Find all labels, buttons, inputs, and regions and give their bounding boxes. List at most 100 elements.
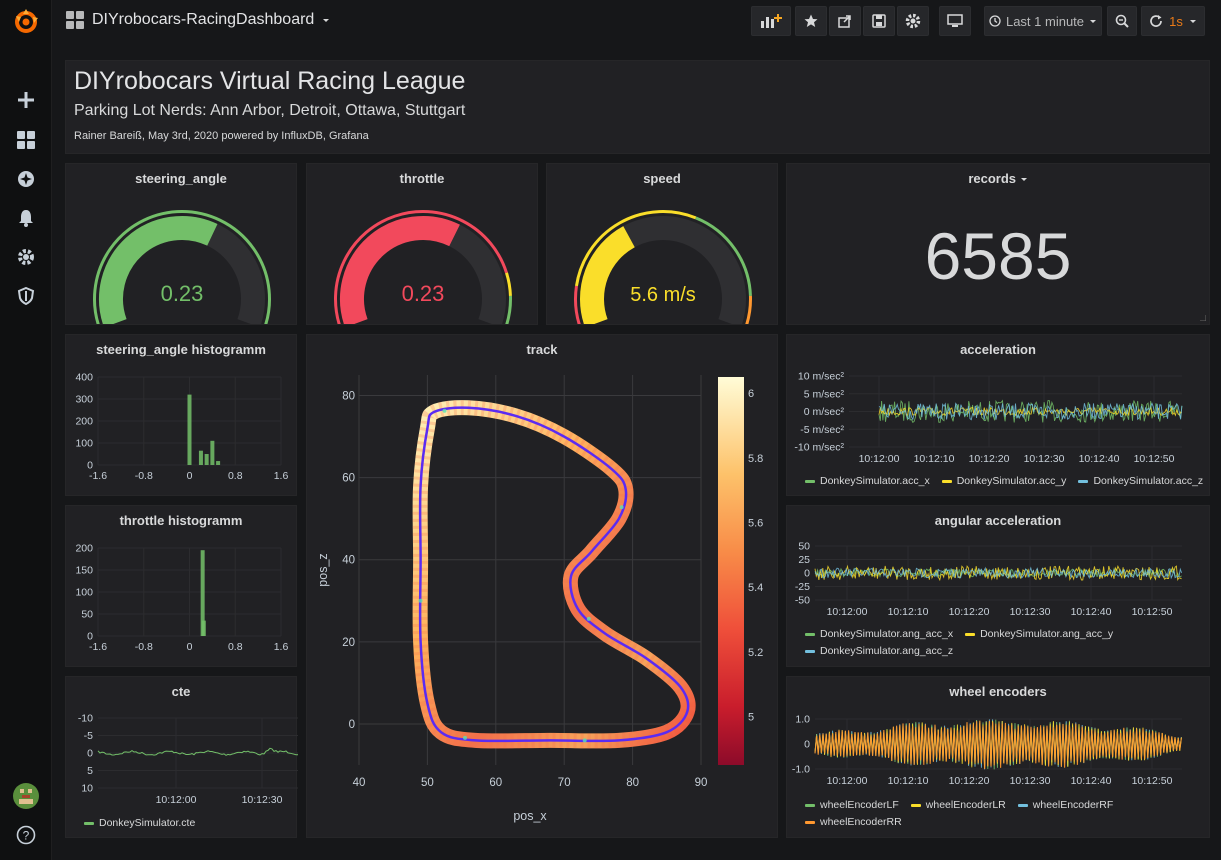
tick-label: 10:12:10 (914, 453, 955, 465)
grafana-logo-icon[interactable] (12, 8, 40, 36)
angular-acceleration-panel[interactable]: angular acceleration 50 25 0 -25 -50 10:12:00… (786, 505, 1210, 667)
tick-label: 50 (81, 609, 93, 621)
steering-histogram-panel[interactable]: steering_angle histogramm 0 100 200 300 400-… (65, 334, 297, 496)
legend-item[interactable]: wheelEncoderLR (910, 799, 1006, 811)
tick-label: 25 (798, 554, 810, 566)
tick-label: 80 (626, 777, 639, 789)
clock-icon (989, 15, 1001, 27)
dashboards-icon[interactable] (12, 126, 40, 154)
tick-label: 5.6 (748, 518, 763, 530)
server-admin-icon[interactable] (12, 282, 40, 310)
tick-label: 6 (748, 388, 754, 400)
gauge-value-arc (580, 226, 636, 324)
throttle-histogram-panel[interactable]: throttle histogramm 0 50 100 150 200 -1.6 -0.8… (65, 505, 297, 667)
user-avatar[interactable] (12, 782, 40, 810)
gauge-value-arc (99, 216, 218, 324)
cte-panel[interactable]: cte -10 -5 0 5 10 10:12:00 10:12:30 DonkeySimu… (65, 676, 298, 838)
tick-label: 40 (353, 777, 366, 789)
legend-item[interactable]: DonkeySimulator.cte (84, 817, 195, 829)
dashboards-icon (66, 11, 84, 29)
track-marker (442, 408, 447, 413)
explore-icon[interactable] (12, 165, 40, 193)
legend-item[interactable]: DonkeySimulator.acc_z (1078, 475, 1203, 487)
tick-label: 0 (87, 748, 93, 760)
track-band (412, 400, 696, 749)
acceleration-legend: DonkeySimulator.acc_x DonkeySimulator.ac… (805, 475, 1203, 487)
legend-item[interactable]: wheelEncoderRF (1017, 799, 1113, 811)
tick-label: -1.6 (89, 641, 107, 653)
steering-angle-gauge: 0.23 (93, 210, 271, 324)
resize-handle-icon[interactable] (1200, 315, 1206, 321)
legend-item[interactable]: DonkeySimulator.ang_acc_z (805, 645, 953, 657)
x-axis-label: pos_x (513, 809, 547, 823)
legend-item[interactable]: DonkeySimulator.acc_y (941, 475, 1066, 487)
track-marker (582, 738, 587, 743)
configuration-icon[interactable] (12, 243, 40, 271)
tick-label: 0 (804, 739, 810, 751)
legend-item[interactable]: wheelEncoderLF (805, 799, 899, 811)
track-panel[interactable]: track 40 50 60 70 80 90 0 20 40 60 80 pos_x pos_z 5 5.… (306, 334, 778, 838)
speed-panel[interactable]: speed 5.6 m/s (546, 163, 778, 325)
acceleration-panel[interactable]: acceleration 10 m/sec² 5 m/sec² 0 m/sec² -5… (786, 334, 1210, 496)
tick-label: 400 (75, 372, 93, 384)
tv-mode-button[interactable] (939, 6, 971, 36)
tick-label: 5.4 (748, 582, 763, 594)
wheel-encoders-panel[interactable]: wheel encoders 1.0 0 -1.0 10:12:00 10:12:10 1… (786, 676, 1210, 838)
tick-label: 50 (798, 541, 810, 553)
tick-label: 60 (342, 473, 355, 485)
star-dashboard-button[interactable] (795, 6, 827, 36)
chevron-down-icon (1020, 178, 1027, 181)
time-range-picker[interactable]: Last 1 minute (984, 6, 1102, 36)
angular-acceleration-legend: DonkeySimulator.ang_acc_x DonkeySimulato… (805, 628, 1205, 657)
tick-label: -5 m/sec² (800, 424, 844, 436)
legend-item[interactable]: DonkeySimulator.ang_acc_y (965, 628, 1113, 640)
zoom-out-button[interactable] (1107, 6, 1137, 36)
side-menu: ? (0, 0, 52, 860)
histogram-bar (210, 440, 215, 465)
tv-mode-icon (947, 14, 963, 27)
legend-item[interactable]: DonkeySimulator.ang_acc_x (805, 628, 953, 640)
colorbar (718, 377, 744, 765)
save-dashboard-button[interactable] (863, 6, 895, 36)
steering-angle-panel[interactable]: steering_angle 0.23 (65, 163, 297, 325)
throttle-panel[interactable]: throttle 0.23 (306, 163, 538, 325)
tick-label: -1.0 (792, 764, 810, 776)
histogram-bar (204, 454, 209, 465)
gauge-value: 5.6 m/s (630, 284, 696, 306)
tick-label: -50 (795, 595, 810, 607)
tick-label: 10:12:40 (1079, 453, 1120, 465)
tick-label: 5 (748, 712, 754, 724)
share-dashboard-button[interactable] (829, 6, 861, 36)
tick-label: 200 (75, 543, 93, 555)
tick-label: -10 m/sec² (794, 442, 844, 454)
refresh-picker[interactable]: 1s (1141, 6, 1205, 36)
track-band-texture (412, 400, 696, 749)
gauge-value: 0.23 (402, 281, 445, 306)
help-icon[interactable]: ? (12, 821, 40, 849)
dashboard-settings-button[interactable] (897, 6, 929, 36)
tick-label: 100 (75, 587, 93, 599)
tick-label: 10:12:30 (1024, 453, 1065, 465)
tick-label: 0.8 (228, 641, 243, 653)
legend-item[interactable]: wheelEncoderRR (805, 816, 902, 828)
panel-title[interactable]: records (787, 171, 1209, 186)
gauge-threshold-arc (505, 295, 512, 324)
settings-icon (905, 13, 921, 29)
tick-label: 5.2 (748, 647, 763, 659)
tick-label: 10:12:50 (1134, 453, 1175, 465)
dashboard-navbar: DIYrobocars-RacingDashboard Last 1 minut… (52, 0, 1221, 44)
tick-label: 10 (81, 783, 93, 795)
acceleration-chart: 10 m/sec² 5 m/sec² 0 m/sec² -5 m/sec² -10 m/… (794, 371, 1183, 465)
tick-label: 0 (187, 641, 193, 653)
dashboard-title-picker[interactable]: DIYrobocars-RacingDashboard (66, 11, 330, 29)
records-panel[interactable]: records 6585 (786, 163, 1210, 325)
plus-icon[interactable] (12, 86, 40, 114)
alerting-icon[interactable] (12, 204, 40, 232)
tick-label: 0 (349, 719, 355, 731)
tick-label: 70 (558, 777, 571, 789)
tick-label: -5 (84, 730, 93, 742)
legend-item[interactable]: DonkeySimulator.acc_x (805, 475, 930, 487)
add-panel-button[interactable] (751, 6, 791, 36)
throttle-histogram-chart: 050100150200-1.6 -0.8 0 0.8 1.6 (75, 543, 288, 654)
wheel-encoders-legend: wheelEncoderLF wheelEncoderLR wheelEncod… (805, 799, 1205, 828)
